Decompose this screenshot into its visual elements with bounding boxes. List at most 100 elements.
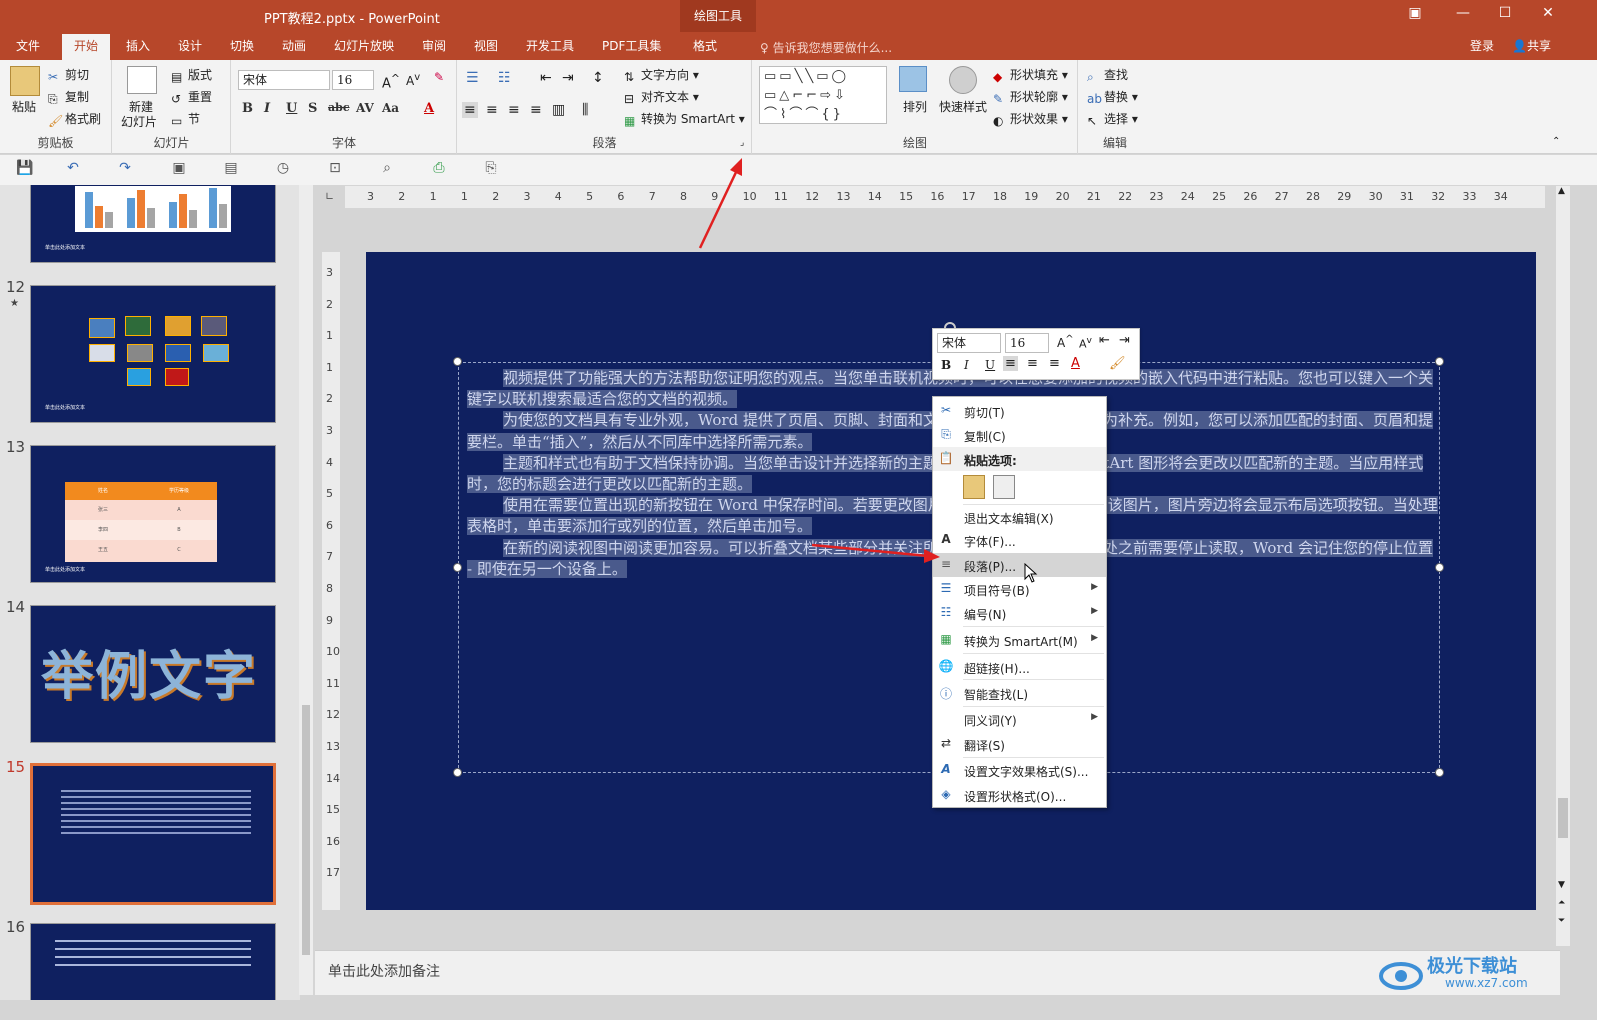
font-size-select[interactable]: 16 (332, 70, 374, 90)
bullets-icon[interactable]: ☰ (466, 70, 479, 86)
new-slide-label-2[interactable]: 幻灯片 (121, 113, 157, 130)
menu-item-translate[interactable]: ⇄ 翻译(S) (933, 732, 1106, 756)
tab-stop-icon[interactable]: ∟ (325, 190, 334, 203)
tab-animations[interactable]: 动画 (282, 37, 306, 54)
font-name-select[interactable]: 宋体 (238, 70, 330, 90)
slide-thumbnail-14[interactable]: 举例文字 (30, 605, 276, 743)
tab-home[interactable]: 开始 (62, 34, 111, 60)
align-right-icon[interactable]: ≡ (508, 102, 520, 118)
scroll-down-icon[interactable]: ▼ (1558, 880, 1565, 890)
copy-button[interactable]: ⎘ 复制 (48, 88, 89, 106)
mini-font-select[interactable]: 宋体 (937, 333, 1001, 353)
tab-file[interactable]: 文件 (16, 37, 40, 54)
decrease-indent-icon[interactable]: ⇤ (1099, 333, 1110, 348)
slide-thumbnail-11[interactable]: 单击此处添加文本 (30, 185, 276, 263)
tab-design[interactable]: 设计 (178, 37, 202, 54)
maximize-icon[interactable]: ☐ (1490, 5, 1520, 21)
bold-icon[interactable]: B (242, 101, 253, 116)
menu-item-exit-text-edit[interactable]: 退出文本编辑(X) (933, 505, 1106, 529)
select-button[interactable]: ↖ 选择 ▾ (1087, 110, 1138, 128)
login-link[interactable]: 登录 (1470, 37, 1494, 54)
slide-scrollbar[interactable]: ▲ ▼ ⏶ ⏷ (1556, 186, 1570, 946)
quick-styles-button[interactable]: 快速样式 (939, 98, 987, 115)
shape-outline-button[interactable]: ✎ 形状轮廓 ▾ (993, 88, 1068, 106)
close-icon[interactable]: ✕ (1533, 5, 1563, 21)
align-center-icon[interactable]: ≡ (486, 102, 498, 118)
next-slide-icon[interactable]: ⏷ (1558, 916, 1565, 926)
increase-indent-icon[interactable]: ⇥ (1119, 333, 1130, 348)
tab-slideshow[interactable]: 幻灯片放映 (334, 37, 394, 54)
resize-handle[interactable] (453, 357, 462, 366)
resize-handle[interactable] (453, 563, 462, 572)
paste-keep-formatting-icon[interactable] (963, 475, 985, 499)
mini-size-select[interactable]: 16 (1005, 333, 1049, 353)
tab-developer[interactable]: 开发工具 (526, 37, 574, 54)
mini-align-center-icon[interactable]: ≡ (1027, 356, 1038, 371)
shrink-font-icon[interactable]: Av (406, 72, 420, 88)
char-spacing-icon[interactable]: AV (356, 101, 374, 115)
convert-smartart-button[interactable]: ▦ 转换为 SmartArt ▾ (624, 110, 745, 128)
collapse-ribbon-icon[interactable]: ⌃ (1552, 136, 1560, 147)
redo-icon[interactable]: ↷ (116, 160, 134, 178)
decrease-indent-icon[interactable]: ⇤ (540, 70, 552, 86)
menu-item-numbering[interactable]: ☷ 编号(N) ▶ (933, 601, 1106, 625)
arrange-button[interactable]: 排列 (903, 98, 927, 115)
menu-item-smart-lookup[interactable]: ⓘ 智能查找(L) (933, 681, 1106, 705)
ribbon-display-icon[interactable]: ▣ (1400, 5, 1430, 21)
find-button[interactable]: ⌕ 查找 (1087, 66, 1128, 84)
tab-view[interactable]: 视图 (474, 37, 498, 54)
quick-styles-icon[interactable] (949, 66, 977, 94)
resize-handle[interactable] (1435, 357, 1444, 366)
tell-me-search[interactable]: ♀ 告诉我您想要做什么... (760, 39, 892, 56)
previous-slide-icon[interactable]: ⏶ (1558, 898, 1565, 908)
align-text-button[interactable]: ⊟ 对齐文本 ▾ (624, 88, 699, 106)
line-spacing-icon[interactable]: ↕ (592, 70, 604, 86)
menu-item-font[interactable]: A 字体(F)... (933, 528, 1106, 552)
justify-icon[interactable]: ≡ (530, 102, 542, 118)
notes-pane[interactable]: 单击此处添加备注 (315, 950, 1560, 995)
arrange-icon[interactable] (899, 66, 927, 92)
mini-format-painter-icon[interactable]: 🖌 (1109, 356, 1126, 371)
slide-thumbnail-15-selected[interactable] (30, 763, 276, 905)
shapes-gallery[interactable]: ▭▭╲╲▭◯ ▭△⌐⌐⇨⇩ ⌒⌇⌒⌒{} (759, 66, 887, 124)
shape-effects-button[interactable]: ◐ 形状效果 ▾ (993, 110, 1068, 128)
grow-font-icon[interactable]: A^ (382, 72, 400, 91)
paste-button[interactable]: 粘贴 (12, 98, 36, 115)
preview-icon[interactable]: ⌕ (378, 160, 396, 178)
format-painter-button[interactable]: 🖌 格式刷 (48, 110, 101, 128)
italic-icon[interactable]: I (264, 101, 270, 116)
tab-transitions[interactable]: 切换 (230, 37, 254, 54)
tab-review[interactable]: 审阅 (422, 37, 446, 54)
resize-handle[interactable] (453, 768, 462, 777)
shape-fill-button[interactable]: ◆ 形状填充 ▾ (993, 66, 1068, 84)
menu-item-text-effects[interactable]: A 设置文字效果格式(S)... (933, 758, 1106, 782)
mini-align-left-icon[interactable]: ≡ (1003, 356, 1018, 371)
menu-item-paragraph[interactable]: ≡ 段落(P)... (933, 553, 1106, 577)
resize-handle[interactable] (1435, 768, 1444, 777)
presenter-icon[interactable]: ◷ (274, 160, 292, 178)
minimize-icon[interactable]: — (1448, 5, 1478, 21)
section-button[interactable]: ▭ 节 (171, 110, 200, 128)
mini-bold-icon[interactable]: B (941, 358, 951, 372)
print-icon[interactable]: ⎙ (430, 160, 448, 178)
distribute-icon[interactable]: ▥ (552, 102, 565, 118)
slideshow-qat-icon[interactable]: ⊡ (326, 160, 344, 178)
clear-format-icon[interactable]: ✎ (434, 70, 444, 84)
share-button[interactable]: 👤共享 (1512, 37, 1551, 54)
font-color-icon[interactable]: A (424, 101, 434, 116)
change-case-icon[interactable]: Aa (382, 101, 399, 115)
slide-thumbnail-16[interactable] (30, 923, 276, 1000)
mini-font-color-icon[interactable]: A (1071, 356, 1080, 371)
cut-button[interactable]: ✂ 剪切 (48, 66, 89, 84)
align-left-icon[interactable]: ≡ (462, 102, 478, 118)
menu-item-bullets[interactable]: ☰ 项目符号(B) ▶ (933, 577, 1106, 601)
menu-item-shape-format[interactable]: ◈ 设置形状格式(O)... (933, 783, 1106, 807)
shadow-icon[interactable]: S (308, 101, 317, 116)
layout-button[interactable]: ▤ 版式 (171, 66, 212, 84)
slide-thumbnail-13[interactable]: 姓名 学历等级 张三 A 李四 B 王五 C 单击此处添加文本 (30, 445, 276, 583)
scroll-up-icon[interactable]: ▲ (1558, 186, 1565, 196)
layout-qat-icon[interactable]: ▤ (222, 160, 240, 178)
columns-icon[interactable]: ⫼ (582, 102, 588, 118)
tab-format[interactable]: 格式 (693, 37, 717, 54)
new-slide-icon[interactable] (127, 66, 157, 94)
